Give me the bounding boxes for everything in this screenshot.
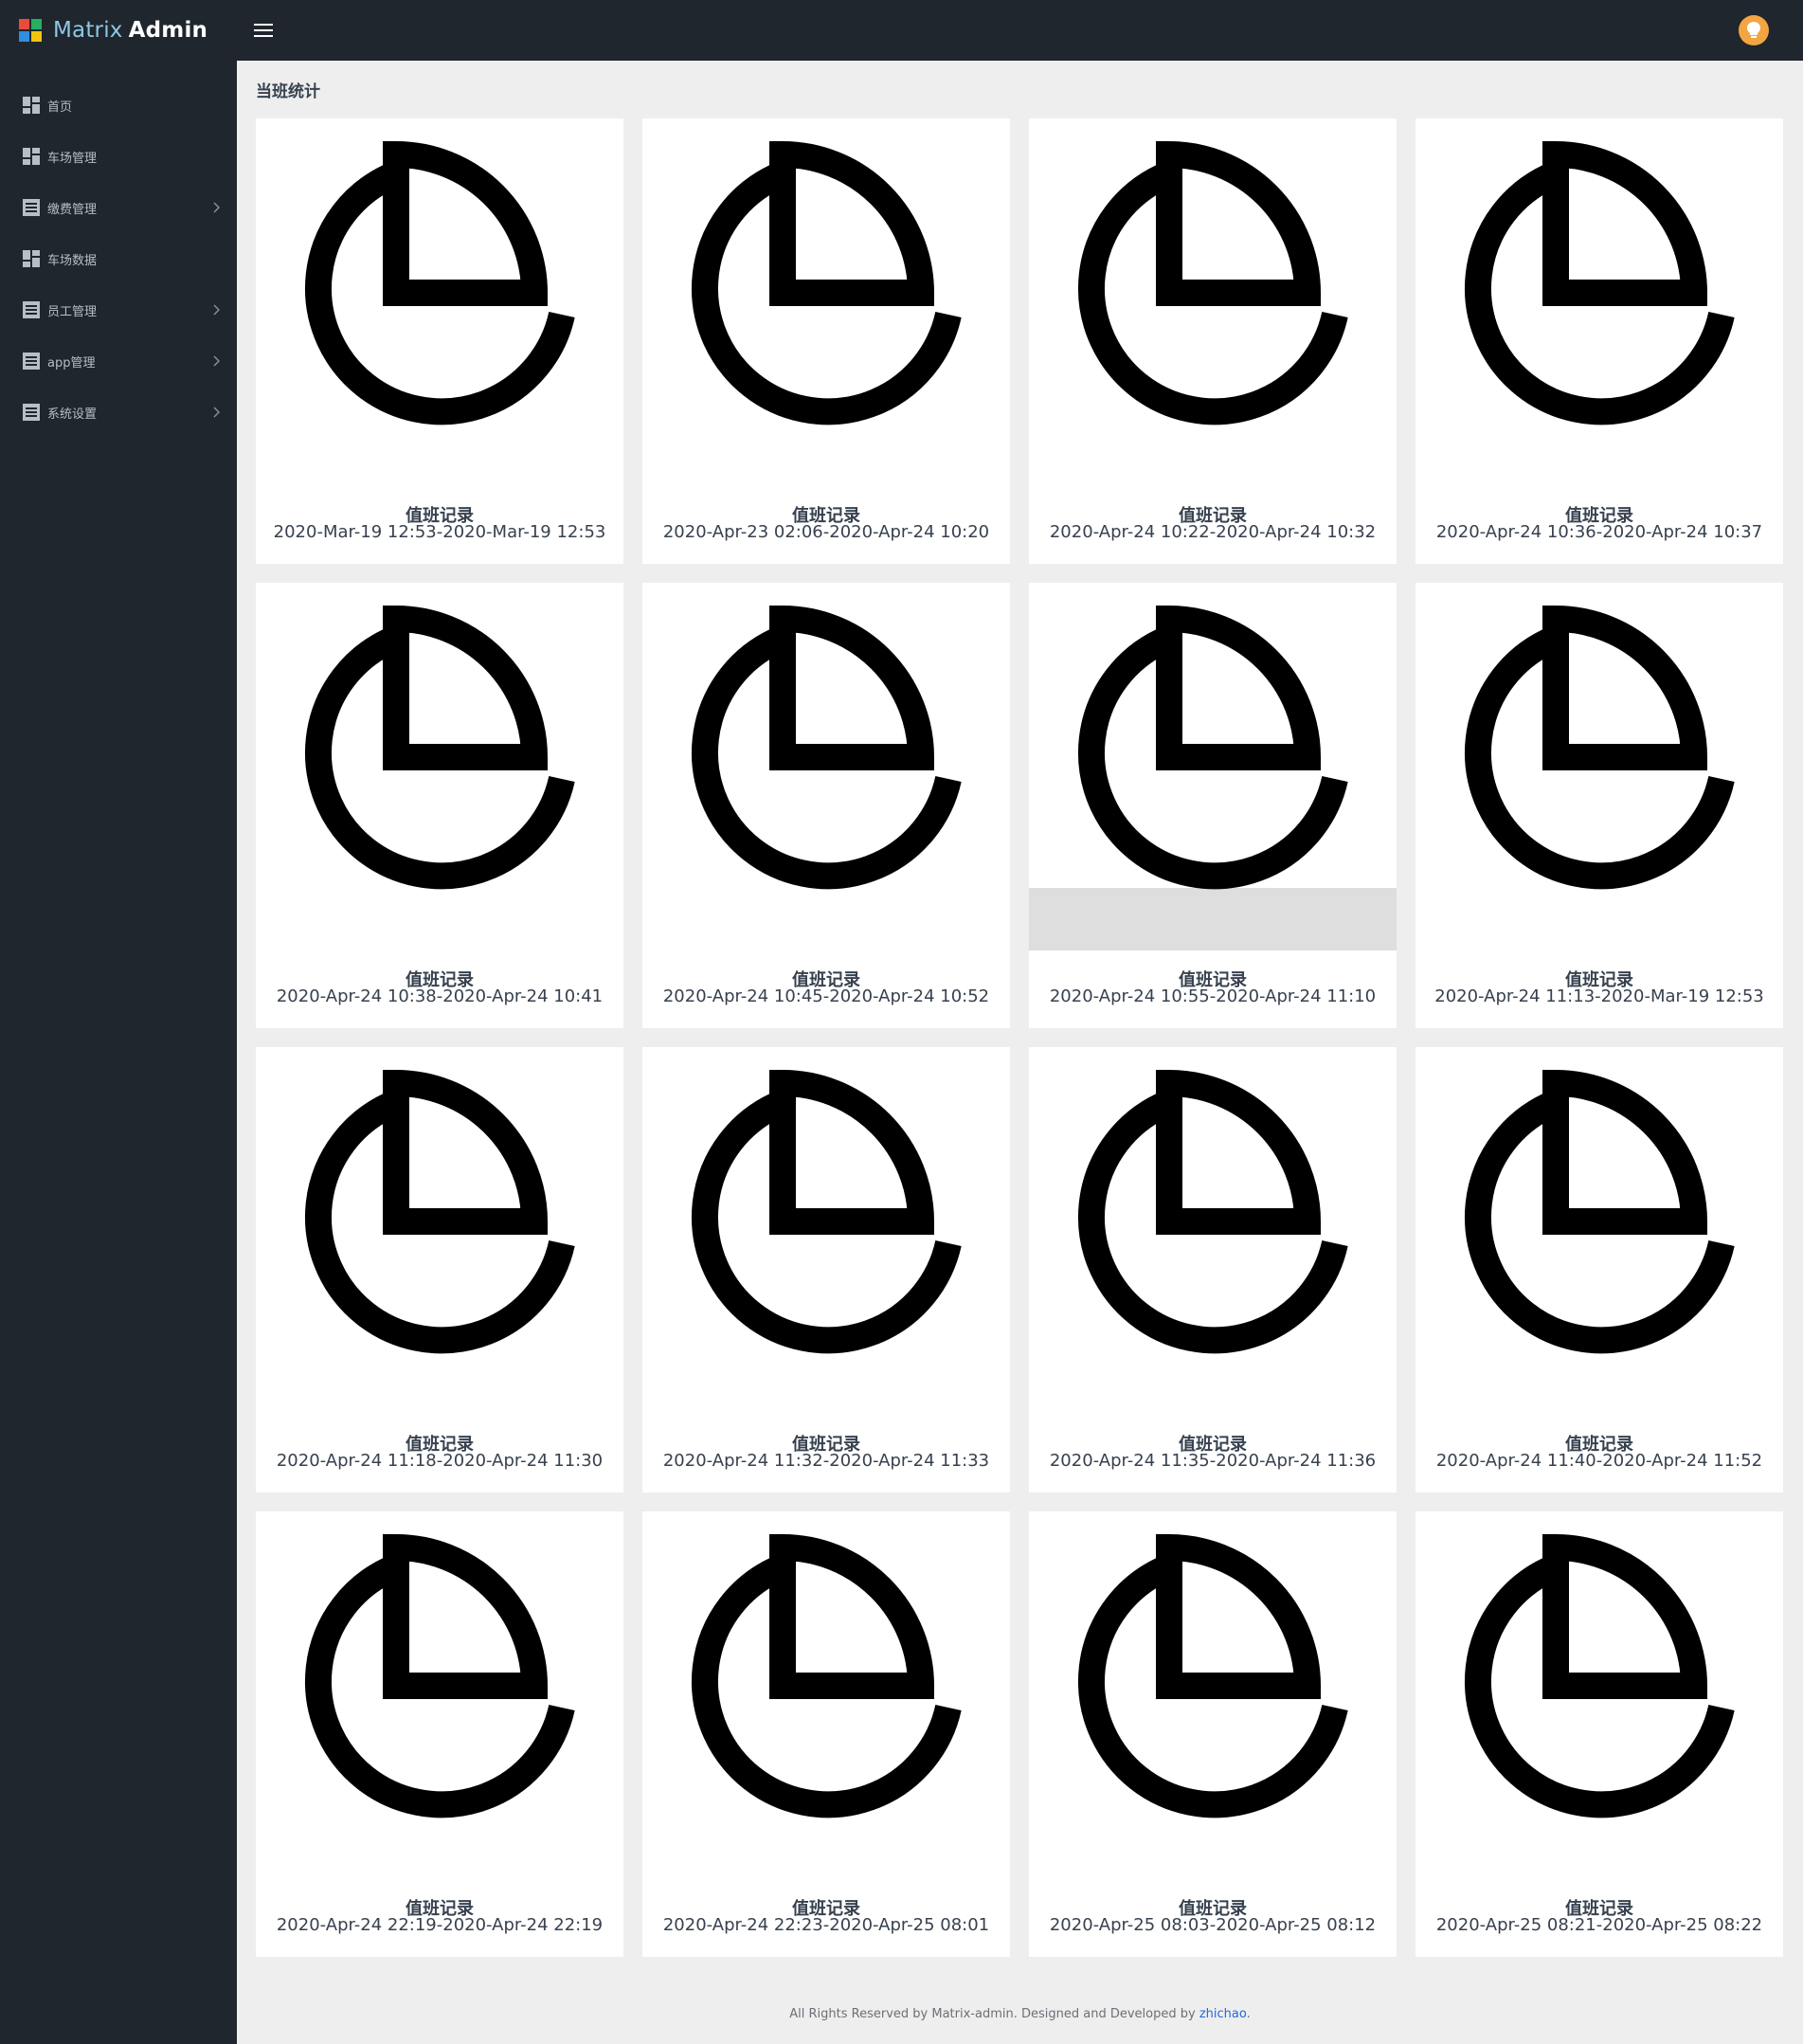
card-time-range: 2020-Apr-24 10:55-2020-Apr-24 11:10 <box>1049 986 1377 1006</box>
sidebar-item-label: 车场管理 <box>47 151 98 166</box>
sidebar-item-payment-management[interactable]: 缴费管理 <box>0 182 237 233</box>
windows-logo-icon <box>19 19 42 42</box>
footer-text: All Rights Reserved by Matrix-admin. Des… <box>789 2007 1199 2021</box>
sidebar-item-system-settings[interactable]: 系统设置 <box>0 387 237 438</box>
card-time-range: 2020-Apr-24 10:22-2020-Apr-24 10:32 <box>1049 522 1377 542</box>
shift-record-card[interactable]: 值班记录 2020-Apr-24 10:38-2020-Apr-24 10:41 <box>256 583 623 1028</box>
sidebar: Matrix Admin 首页 车场管理 缴费管理 车场数据 员工管理 app管理 <box>0 0 237 2044</box>
chevron-right-icon <box>213 407 220 418</box>
main-content: 当班统计 值班记录 2020-Mar-19 12:53-2020-Mar-19 … <box>237 61 1803 2044</box>
card-time-range: 2020-Apr-24 11:40-2020-Apr-24 11:52 <box>1435 1451 1763 1471</box>
dashboard-icon <box>23 250 40 267</box>
topbar <box>237 0 1803 61</box>
footer: All Rights Reserved by Matrix-admin. Des… <box>237 2007 1803 2021</box>
page-title: 当班统计 <box>256 82 320 101</box>
shift-record-card[interactable]: 值班记录 2020-Apr-24 11:32-2020-Apr-24 11:33 <box>642 1047 1010 1492</box>
hamburger-menu-icon[interactable] <box>254 21 273 40</box>
list-icon <box>23 353 40 370</box>
brand-name: Matrix Admin <box>53 18 207 43</box>
sidebar-item-app-management[interactable]: app管理 <box>0 335 237 387</box>
sidebar-item-home[interactable]: 首页 <box>0 80 237 131</box>
pie-chart-icon <box>1078 141 1348 425</box>
sidebar-item-label: 员工管理 <box>47 304 98 319</box>
pie-chart-icon <box>1465 606 1735 890</box>
card-time-range: 2020-Apr-24 11:18-2020-Apr-24 11:30 <box>276 1451 604 1471</box>
shift-record-card[interactable]: 值班记录 2020-Apr-24 11:35-2020-Apr-24 11:36 <box>1029 1047 1397 1492</box>
footer-suffix: . <box>1246 2007 1251 2021</box>
sidebar-item-parking-data[interactable]: 车场数据 <box>0 233 237 284</box>
shift-record-card[interactable]: 值班记录 2020-Apr-24 10:36-2020-Apr-24 10:37 <box>1415 118 1783 564</box>
lightbulb-icon <box>1747 22 1760 38</box>
sidebar-item-label: 缴费管理 <box>47 202 98 217</box>
dashboard-icon <box>23 97 40 114</box>
card-time-range: 2020-Apr-23 02:06-2020-Apr-24 10:20 <box>662 522 990 542</box>
sidebar-item-staff-management[interactable]: 员工管理 <box>0 284 237 335</box>
pie-chart-icon <box>692 141 962 425</box>
pie-chart-icon <box>1078 1534 1348 1818</box>
brand-name-bold: Admin <box>128 18 208 43</box>
sidebar-item-label: 首页 <box>47 99 73 115</box>
pie-chart-icon <box>1465 1534 1735 1818</box>
pie-chart-icon <box>1465 141 1735 425</box>
card-time-range: 2020-Apr-24 10:45-2020-Apr-24 10:52 <box>662 986 990 1006</box>
shift-record-card[interactable]: 值班记录 2020-Apr-24 11:18-2020-Apr-24 11:30 <box>256 1047 623 1492</box>
brand-logo[interactable]: Matrix Admin <box>0 0 237 61</box>
card-time-range: 2020-Apr-24 22:19-2020-Apr-24 22:19 <box>276 1915 604 1935</box>
card-time-range: 2020-Apr-24 22:23-2020-Apr-25 08:01 <box>662 1915 990 1935</box>
card-time-range: 2020-Mar-19 12:53-2020-Mar-19 12:53 <box>273 522 606 542</box>
sidebar-item-label: 系统设置 <box>47 407 98 422</box>
shift-record-card[interactable]: 值班记录 2020-Apr-25 08:21-2020-Apr-25 08:22 <box>1415 1511 1783 1957</box>
footer-author-link[interactable]: zhichao <box>1199 2007 1247 2021</box>
chevron-right-icon <box>213 355 220 367</box>
pie-chart-icon <box>692 1534 962 1818</box>
shift-record-card[interactable]: 值班记录 2020-Apr-24 10:45-2020-Apr-24 10:52 <box>642 583 1010 1028</box>
sidebar-nav: 首页 车场管理 缴费管理 车场数据 员工管理 app管理 系统设置 <box>0 80 237 438</box>
pie-chart-icon <box>692 606 962 890</box>
user-avatar[interactable] <box>1739 15 1769 45</box>
pie-chart-icon <box>305 606 575 890</box>
brand-name-light: Matrix <box>53 18 123 43</box>
shift-record-card[interactable]: 值班记录 2020-Apr-24 11:40-2020-Apr-24 11:52 <box>1415 1047 1783 1492</box>
shift-record-card[interactable]: 值班记录 2020-Apr-24 11:13-2020-Mar-19 12:53 <box>1415 583 1783 1028</box>
card-time-range: 2020-Apr-24 11:32-2020-Apr-24 11:33 <box>662 1451 990 1471</box>
shift-record-card[interactable]: 值班记录 2020-Apr-24 22:23-2020-Apr-25 08:01 <box>642 1511 1010 1957</box>
pie-chart-icon <box>305 1534 575 1818</box>
shift-record-card[interactable]: 值班记录 2020-Apr-24 22:19-2020-Apr-24 22:19 <box>256 1511 623 1957</box>
dashboard-icon <box>23 148 40 165</box>
chevron-right-icon <box>213 304 220 316</box>
pie-chart-icon <box>1465 1070 1735 1354</box>
pie-chart-icon <box>305 1070 575 1354</box>
pie-chart-icon <box>1078 606 1348 890</box>
card-time-range: 2020-Apr-25 08:03-2020-Apr-25 08:12 <box>1049 1915 1377 1935</box>
sidebar-item-label: 车场数据 <box>47 253 98 268</box>
sidebar-item-parking-management[interactable]: 车场管理 <box>0 131 237 182</box>
pie-chart-icon <box>692 1070 962 1354</box>
shift-record-card[interactable]: 值班记录 2020-Apr-24 10:22-2020-Apr-24 10:32 <box>1029 118 1397 564</box>
card-time-range: 2020-Apr-24 11:13-2020-Mar-19 12:53 <box>1434 986 1764 1006</box>
list-icon <box>23 199 40 216</box>
shift-record-grid: 值班记录 2020-Mar-19 12:53-2020-Mar-19 12:53… <box>256 118 1785 1957</box>
card-time-range: 2020-Apr-25 08:21-2020-Apr-25 08:22 <box>1435 1915 1763 1935</box>
chevron-right-icon <box>213 202 220 213</box>
shift-record-card[interactable]: 值班记录 2020-Apr-23 02:06-2020-Apr-24 10:20 <box>642 118 1010 564</box>
card-time-range: 2020-Apr-24 10:36-2020-Apr-24 10:37 <box>1435 522 1763 542</box>
sidebar-item-label: app管理 <box>47 355 96 371</box>
card-time-range: 2020-Apr-24 10:38-2020-Apr-24 10:41 <box>276 986 604 1006</box>
list-icon <box>23 404 40 421</box>
pie-chart-icon <box>1078 1070 1348 1354</box>
shift-record-card-hovered[interactable]: 值班记录 2020-Apr-24 10:55-2020-Apr-24 11:10 <box>1029 583 1397 1028</box>
shift-record-card[interactable]: 值班记录 2020-Mar-19 12:53-2020-Mar-19 12:53 <box>256 118 623 564</box>
card-time-range: 2020-Apr-24 11:35-2020-Apr-24 11:36 <box>1049 1451 1377 1471</box>
pie-chart-icon <box>305 141 575 425</box>
shift-record-card[interactable]: 值班记录 2020-Apr-25 08:03-2020-Apr-25 08:12 <box>1029 1511 1397 1957</box>
list-icon <box>23 301 40 318</box>
